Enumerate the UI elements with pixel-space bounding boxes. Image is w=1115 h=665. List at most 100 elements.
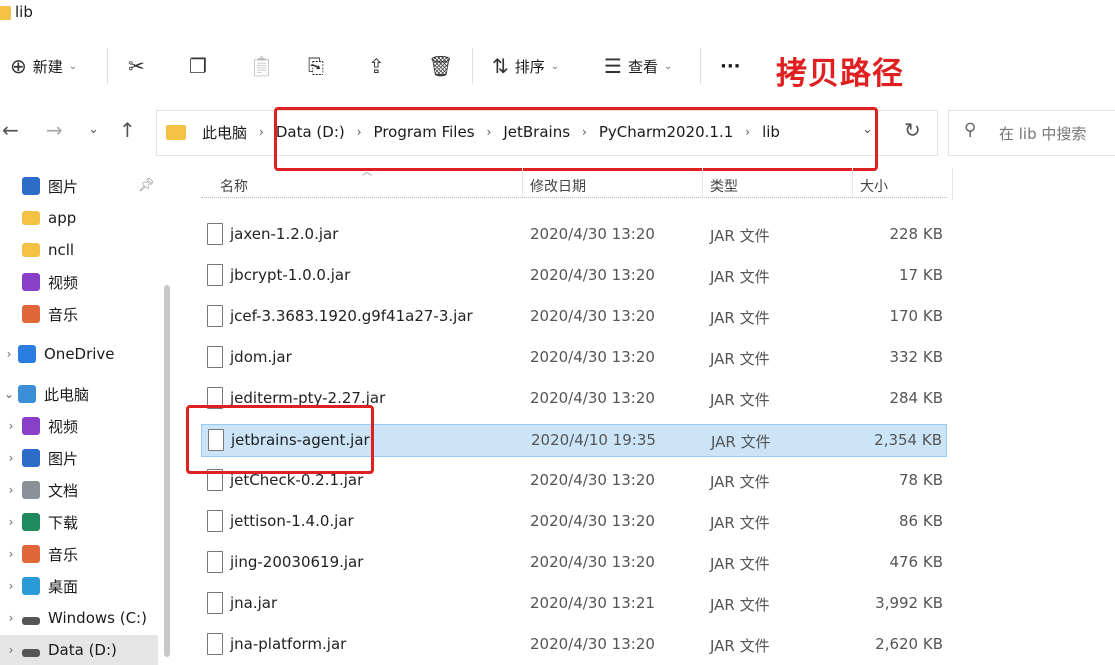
sort-button[interactable]: ⇅ 排序 ⌄ <box>492 36 559 96</box>
column-name[interactable]: 名称 <box>220 176 248 196</box>
column-type[interactable]: 类型 <box>710 176 738 196</box>
back-arrow-icon[interactable]: ← <box>2 118 19 142</box>
highlight-box-file <box>186 405 374 474</box>
sidebar-item[interactable]: › 视频 <box>0 411 158 441</box>
file-row[interactable]: jaxen-1.2.0.jar 2020/4/30 13:20 JAR 文件 228 … <box>201 219 947 252</box>
plus-circle-icon: ⊕ <box>10 54 27 78</box>
new-button[interactable]: ⊕ 新建 ⌄ <box>10 36 77 96</box>
search-icon: ⚲ <box>964 120 977 140</box>
file-icon <box>207 633 223 655</box>
chevron-down-icon: ⌄ <box>663 60 673 72</box>
file-name: jing-20030619.jar <box>230 553 364 571</box>
rename-icon: ⎘ <box>308 54 324 78</box>
videos-icon <box>22 417 40 435</box>
documents-icon <box>22 481 40 499</box>
chevron-right-icon[interactable]: › <box>259 125 264 139</box>
partial-row <box>201 197 947 202</box>
refresh-icon[interactable]: ↻ <box>904 118 921 142</box>
file-size: 2,620 KB <box>875 635 943 653</box>
up-arrow-icon[interactable]: ↑ <box>119 118 136 142</box>
copy-button[interactable]: ❐ <box>189 36 207 96</box>
scissors-icon: ✂ <box>128 54 145 78</box>
sidebar-item[interactable]: › 音乐 <box>0 539 158 569</box>
column-size[interactable]: 大小 <box>860 176 888 196</box>
sidebar-item-label: 桌面 <box>48 577 79 596</box>
file-row[interactable]: jettison-1.4.0.jar 2020/4/30 13:20 JAR 文件 8… <box>201 506 947 539</box>
chevron-right-icon[interactable]: › <box>0 483 22 497</box>
new-label: 新建 <box>32 57 63 76</box>
file-name: jna-platform.jar <box>230 635 347 653</box>
paste-button[interactable]: 📋︎ <box>249 36 274 96</box>
sidebar-item[interactable]: › 下载 <box>0 507 158 537</box>
chevron-right-icon[interactable]: › <box>0 579 22 593</box>
file-row[interactable]: jing-20030619.jar 2020/4/30 13:20 JAR 文件 47… <box>201 547 947 580</box>
sidebar-item-label: 文档 <box>48 481 79 500</box>
sidebar-item[interactable]: › 文档 <box>0 475 158 505</box>
share-button[interactable]: ⇪ <box>368 36 385 96</box>
sidebar-item[interactable]: app <box>0 203 158 233</box>
crumb-this-pc[interactable]: 此电脑 <box>202 122 247 143</box>
file-row[interactable]: jbcrypt-1.0.0.jar 2020/4/30 13:20 JAR 文件 17… <box>201 260 947 293</box>
sidebar-item[interactable]: 图片 <box>0 171 158 201</box>
file-size: 476 KB <box>889 553 943 571</box>
sidebar-item[interactable]: › 桌面 <box>0 571 158 601</box>
file-modified: 2020/4/30 13:20 <box>530 635 655 653</box>
view-label: 查看 <box>627 57 658 76</box>
file-icon <box>207 264 223 286</box>
sidebar-item-label: ncll <box>48 241 75 259</box>
file-type: JAR 文件 <box>710 350 770 368</box>
folder-icon <box>22 211 40 225</box>
sidebar-item[interactable]: › OneDrive <box>0 339 158 369</box>
file-type: JAR 文件 <box>710 473 770 491</box>
more-button[interactable]: ··· <box>720 36 741 96</box>
cut-button[interactable]: ✂ <box>128 36 145 96</box>
share-icon: ⇪ <box>368 54 385 78</box>
recent-chevron-icon[interactable]: ⌄ <box>88 122 99 137</box>
sidebar-item[interactable]: › Data (D:) <box>0 635 158 665</box>
sidebar-item[interactable]: › 图片 <box>0 443 158 473</box>
sidebar-item-label: Data (D:) <box>48 641 117 659</box>
sidebar-item[interactable]: 音乐 <box>0 299 158 329</box>
music-icon <box>22 545 40 563</box>
column-modified[interactable]: 修改日期 <box>530 176 586 196</box>
pictures-icon <box>22 449 40 467</box>
annotation-text: 拷贝路径 <box>776 56 904 92</box>
sidebar-item-label: 音乐 <box>48 305 79 324</box>
chevron-right-icon[interactable]: › <box>0 347 18 361</box>
delete-button[interactable]: 🗑︎ <box>428 36 453 96</box>
file-row[interactable]: jna.jar 2020/4/30 13:21 JAR 文件 3,992 KB <box>201 588 947 621</box>
file-modified: 2020/4/10 19:35 <box>531 431 656 449</box>
file-row[interactable]: jdom.jar 2020/4/30 13:20 JAR 文件 332 KB <box>201 342 947 375</box>
chevron-right-icon[interactable]: › <box>0 611 22 625</box>
forward-arrow-icon[interactable]: → <box>46 118 63 142</box>
folder-icon <box>166 124 186 140</box>
sidebar-item[interactable]: 视频 <box>0 267 158 297</box>
chevron-down-icon: ⌄ <box>68 60 78 72</box>
file-size: 332 KB <box>889 348 943 366</box>
pc-icon <box>18 385 36 403</box>
chevron-right-icon[interactable]: › <box>0 451 22 465</box>
view-button[interactable]: ☰ 查看 ⌄ <box>604 36 672 96</box>
file-size: 170 KB <box>889 307 943 325</box>
file-modified: 2020/4/30 13:20 <box>530 389 655 407</box>
sidebar-item-label: 视频 <box>48 417 79 436</box>
file-size: 17 KB <box>899 266 943 284</box>
chevron-right-icon[interactable]: › <box>0 547 22 561</box>
file-modified: 2020/4/30 13:20 <box>530 553 655 571</box>
folder-icon <box>22 243 40 257</box>
sidebar-scrollbar[interactable] <box>164 285 170 657</box>
sidebar-item-label: 图片 <box>48 449 79 468</box>
pictures-icon <box>22 177 40 195</box>
search-placeholder[interactable]: 在 lib 中搜索 <box>999 123 1086 144</box>
sidebar-item[interactable]: ⌄ 此电脑 <box>0 379 158 409</box>
file-icon <box>207 346 223 368</box>
rename-button[interactable]: ⎘ <box>308 36 324 96</box>
sidebar-item[interactable]: › Windows (C:) <box>0 603 158 633</box>
chevron-right-icon[interactable]: › <box>0 515 22 529</box>
file-row[interactable]: jna-platform.jar 2020/4/30 13:20 JAR 文件 2,6… <box>201 629 947 662</box>
chevron-right-icon[interactable]: ⌄ <box>0 387 18 401</box>
chevron-right-icon[interactable]: › <box>0 643 22 657</box>
sidebar-item[interactable]: ncll <box>0 235 158 265</box>
chevron-right-icon[interactable]: › <box>0 419 22 433</box>
file-row[interactable]: jcef-3.3683.1920.g9f41a27-3.jar 2020/4/30… <box>201 301 947 334</box>
